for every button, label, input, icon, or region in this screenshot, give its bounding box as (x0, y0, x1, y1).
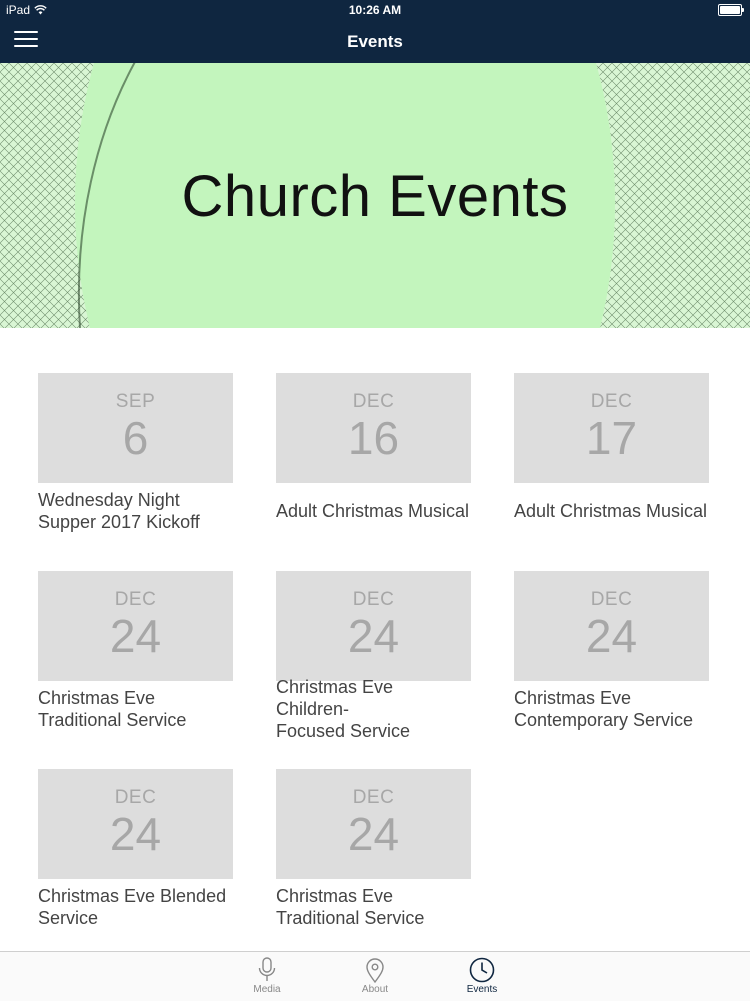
event-card[interactable]: DEC 24 Christmas Eve Contemporary Servic… (514, 571, 709, 737)
event-title: Adult Christmas Musical (514, 483, 709, 539)
event-card[interactable]: DEC 24 Christmas Eve Blended Service (38, 769, 233, 935)
event-month: DEC (352, 391, 395, 412)
top-bar: iPad 10:26 AM Events (0, 0, 750, 63)
event-title-line1: Adult Christmas Musical (514, 501, 708, 521)
event-card[interactable]: DEC 16 Adult Christmas Musical (276, 373, 471, 539)
event-title-line1: Christmas Eve (276, 886, 394, 906)
battery-icon (718, 4, 744, 16)
event-title-line2: Contemporary Service (514, 710, 694, 730)
tab-about-label: About (361, 984, 389, 995)
hero-banner: Church Events (0, 63, 750, 328)
event-day: 16 (347, 412, 400, 464)
clock-icon (469, 957, 495, 983)
event-date-tile: DEC 24 (38, 769, 233, 879)
status-time: 10:26 AM (348, 3, 402, 17)
event-month: DEC (352, 787, 395, 808)
event-title-line2: Service (38, 908, 99, 928)
event-title: Christmas Eve Contemporary Service (514, 681, 709, 737)
event-date-tile: DEC 24 (38, 571, 233, 681)
event-card[interactable]: DEC 17 Adult Christmas Musical (514, 373, 709, 539)
event-title-line1: Adult Christmas Musical (276, 501, 470, 521)
event-title-line2: Supper 2017 Kickoff (38, 512, 200, 532)
event-month: SEP (115, 391, 156, 412)
event-date-tile: DEC 16 (276, 373, 471, 483)
tab-events-label: Events (466, 984, 498, 995)
event-card[interactable]: DEC 24 Christmas Eve Traditional Service (276, 769, 471, 935)
event-month: DEC (590, 589, 633, 610)
location-pin-icon (366, 958, 384, 984)
microphone-icon (258, 957, 276, 981)
event-date-tile: DEC 24 (276, 769, 471, 879)
event-title: Adult Christmas Musical (276, 483, 471, 539)
event-date-tile: DEC 17 (514, 373, 709, 483)
event-title-line1: Christmas Eve (38, 688, 156, 708)
event-title: Christmas Eve Blended Service (38, 879, 233, 935)
event-title: Wednesday Night Supper 2017 Kickoff (38, 483, 233, 539)
event-day: 24 (109, 808, 162, 860)
event-day: 6 (122, 412, 149, 464)
event-title-line2: Traditional Service (38, 710, 187, 730)
hero-title: Church Events (181, 164, 569, 229)
tab-events[interactable]: Events (447, 956, 517, 995)
event-title-line1: Christmas Eve Blended (38, 886, 227, 906)
event-month: DEC (114, 589, 157, 610)
event-day: 24 (347, 808, 400, 860)
tab-media[interactable]: Media (232, 956, 302, 995)
event-card[interactable]: SEP 6 Wednesday Night Supper 2017 Kickof… (38, 373, 233, 539)
event-day: 17 (585, 412, 638, 464)
event-title: Christmas Eve Children- Focused Service (276, 677, 471, 741)
event-title-line1: Christmas Eve (514, 688, 632, 708)
event-date-tile: DEC 24 (276, 571, 471, 681)
event-title: Christmas Eve Traditional Service (276, 879, 471, 935)
tab-about[interactable]: About (340, 956, 410, 995)
tab-media-label: Media (253, 984, 281, 995)
page-title: Events (347, 32, 403, 51)
event-card[interactable]: DEC 24 Christmas Eve Children- Focused S… (276, 571, 471, 741)
event-title-line1: Christmas Eve Children- (276, 677, 394, 719)
event-day: 24 (109, 610, 162, 662)
event-month: DEC (114, 787, 157, 808)
event-title: Christmas Eve Traditional Service (38, 681, 233, 737)
event-title-line2: Traditional Service (276, 908, 425, 928)
event-title-line1: Wednesday Night (38, 490, 180, 510)
tab-bar: Media About Events (0, 951, 750, 1001)
event-title-line2: Focused Service (276, 721, 411, 741)
event-card[interactable]: DEC 24 Christmas Eve Traditional Service (38, 571, 233, 737)
event-month: DEC (590, 391, 633, 412)
event-month: DEC (352, 589, 395, 610)
event-day: 24 (585, 610, 638, 662)
event-day: 24 (347, 610, 400, 662)
event-date-tile: DEC 24 (514, 571, 709, 681)
event-date-tile: SEP 6 (38, 373, 233, 483)
